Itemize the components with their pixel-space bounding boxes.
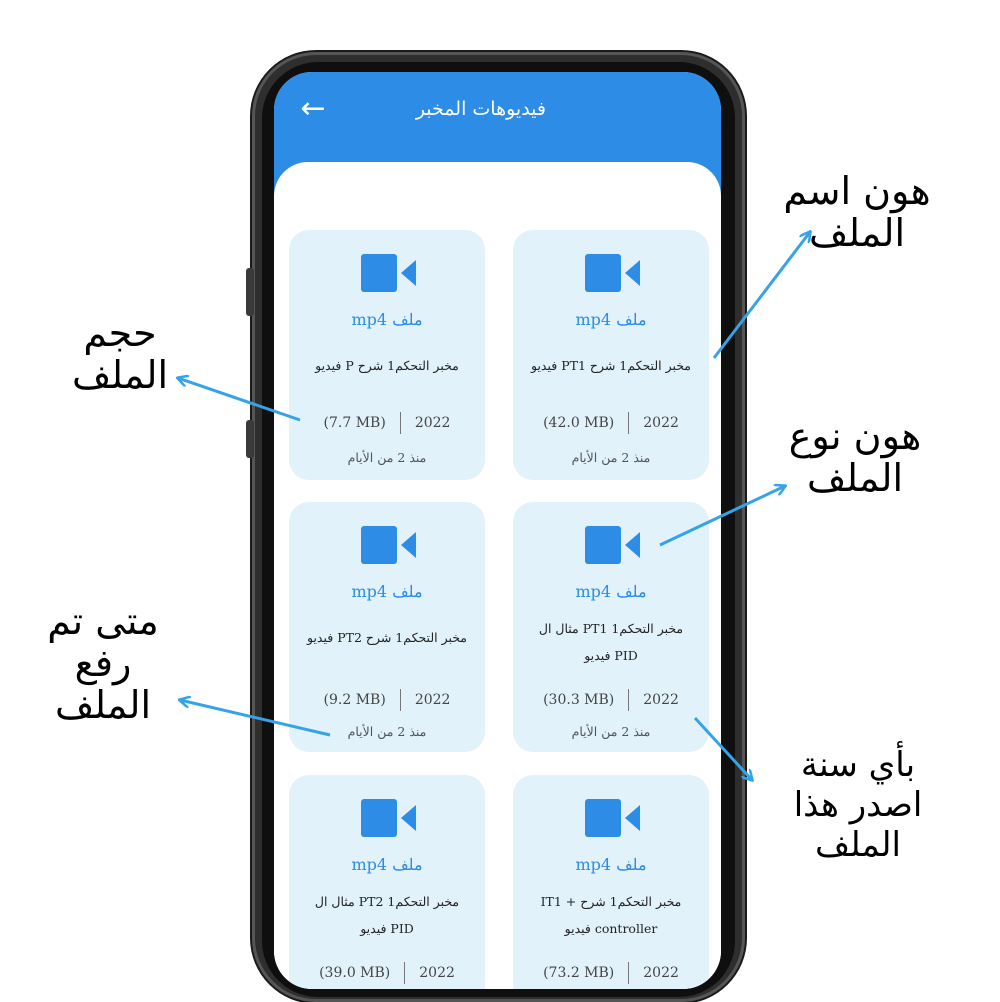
annotation-arrows [0,0,1000,1000]
arrow-file-size [178,378,301,422]
arrow-file-name [712,232,810,359]
arrow-file-type [659,486,785,547]
arrow-upload-time [180,700,331,737]
arrow-year [693,716,752,780]
